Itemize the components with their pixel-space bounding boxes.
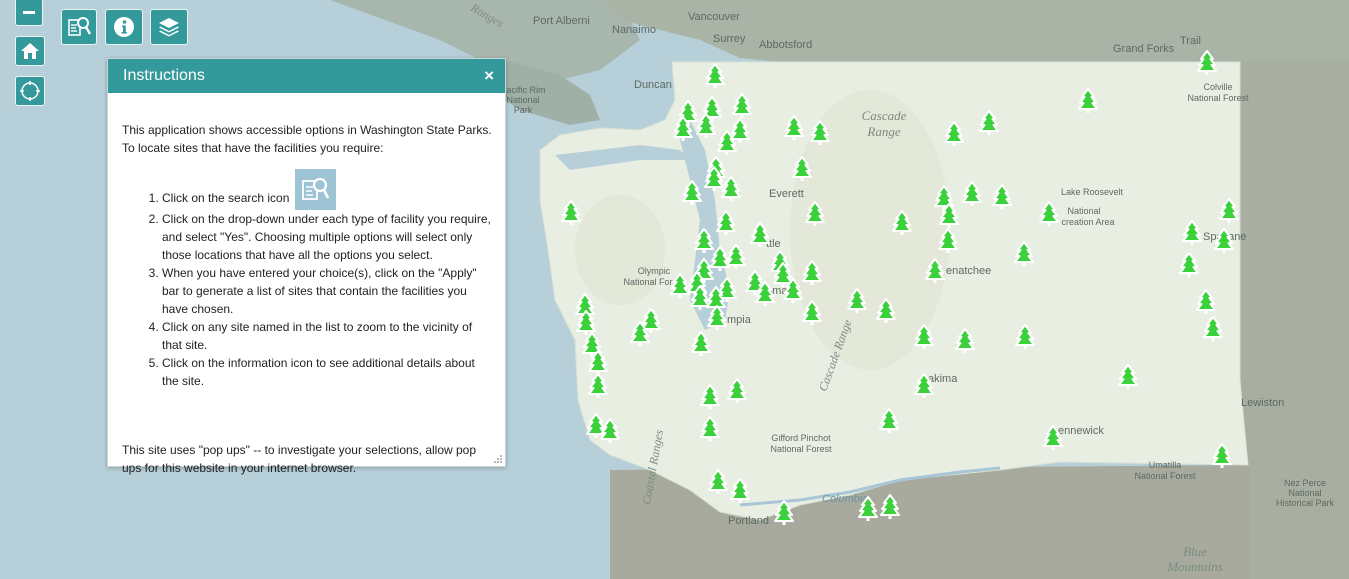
label-nez-perce-1: Nez Perce [1284,478,1326,488]
label-portland: Portland [728,515,769,527]
label-wenatchee: enatchee [946,265,991,277]
layers-icon [159,18,179,37]
label-kennewick: ennewick [1058,425,1104,437]
label-colville-1: Colville [1203,82,1232,92]
instructions-header: Instructions × [108,59,505,93]
home-button[interactable] [15,36,45,66]
instruction-step: Click on the search icon [162,169,494,210]
instructions-steps: Click on the search icon Click on the dr… [122,169,494,390]
popup-note: This site uses "pop ups" -- to investiga… [122,443,477,475]
label-blue-mountains-2: Mountains [1166,559,1223,574]
label-nez-perce-2: National [1288,488,1321,498]
layers-button[interactable] [150,9,188,45]
instructions-body: This application shows accessible option… [122,121,494,390]
label-lake-roosevelt-2: National [1067,206,1100,216]
label-nanaimo: Nanaimo [612,24,656,36]
search-icon [68,17,92,36]
instruction-step: Click on the drop-down under each type o… [162,210,494,264]
search-icon [294,169,336,210]
label-umatilla-2: National Forest [1134,471,1196,481]
info-button[interactable] [105,9,143,45]
label-olympia: mpia [727,314,752,326]
label-duncan: Duncan [634,79,672,91]
crosshair-icon [20,81,40,101]
label-grand-forks: Grand Forks [1113,43,1175,55]
zoom-out-button[interactable] [15,0,43,26]
minus-icon [23,11,35,14]
label-lake-roosevelt-3: creation Area [1061,217,1114,227]
label-pacific-rim-3: Park [514,105,533,115]
instructions-title: Instructions [123,67,205,84]
label-pacific-rim-1: Pacific Rim [500,85,545,95]
label-abbotsford: Abbotsford [759,39,812,51]
label-port-alberni: Port Alberni [533,15,590,27]
instruction-step: When you have entered your choice(s), cl… [162,264,494,318]
label-surrey: Surrey [713,33,746,45]
resize-grip-icon[interactable] [494,455,502,463]
label-olympic-1: Olympic [638,266,671,276]
label-gifford-2: National Forest [770,444,832,454]
label-nez-perce-3: Historical Park [1276,498,1335,508]
label-yakima: akima [928,373,958,385]
label-pacific-rim-2: National [506,95,539,105]
olympic-shading [575,195,665,305]
info-icon [114,17,134,37]
label-everett: Everett [769,188,804,200]
locate-button[interactable] [15,76,45,106]
label-trail: Trail [1180,35,1201,47]
label-blue-mountains-1: Blue [1183,544,1207,559]
instruction-step: Click on any site named in the list to z… [162,318,494,354]
label-gifford-1: Gifford Pinchot [771,433,831,443]
label-cascade-range-1: Cascade [862,108,907,123]
label-lake-roosevelt-1: Lake Roosevelt [1061,187,1124,197]
label-colville-2: National Forest [1187,93,1249,103]
close-icon[interactable]: × [484,66,494,86]
label-olympic-2: National For [623,277,672,287]
instructions-intro: This application shows accessible option… [122,123,492,155]
instruction-step-text: Click on the search icon [162,191,290,205]
instruction-step: Click on the information icon to see add… [162,354,494,390]
label-cascade-range-2: Range [866,124,900,139]
label-umatilla-1: Umatilla [1149,460,1182,470]
search-button[interactable] [61,9,97,45]
label-columbia: Columbia [822,493,868,505]
label-lewiston: Lewiston [1241,397,1284,409]
label-vancouver: Vancouver [688,11,740,23]
home-icon [21,43,39,59]
instructions-panel: Instructions × This application shows ac… [107,58,506,475]
